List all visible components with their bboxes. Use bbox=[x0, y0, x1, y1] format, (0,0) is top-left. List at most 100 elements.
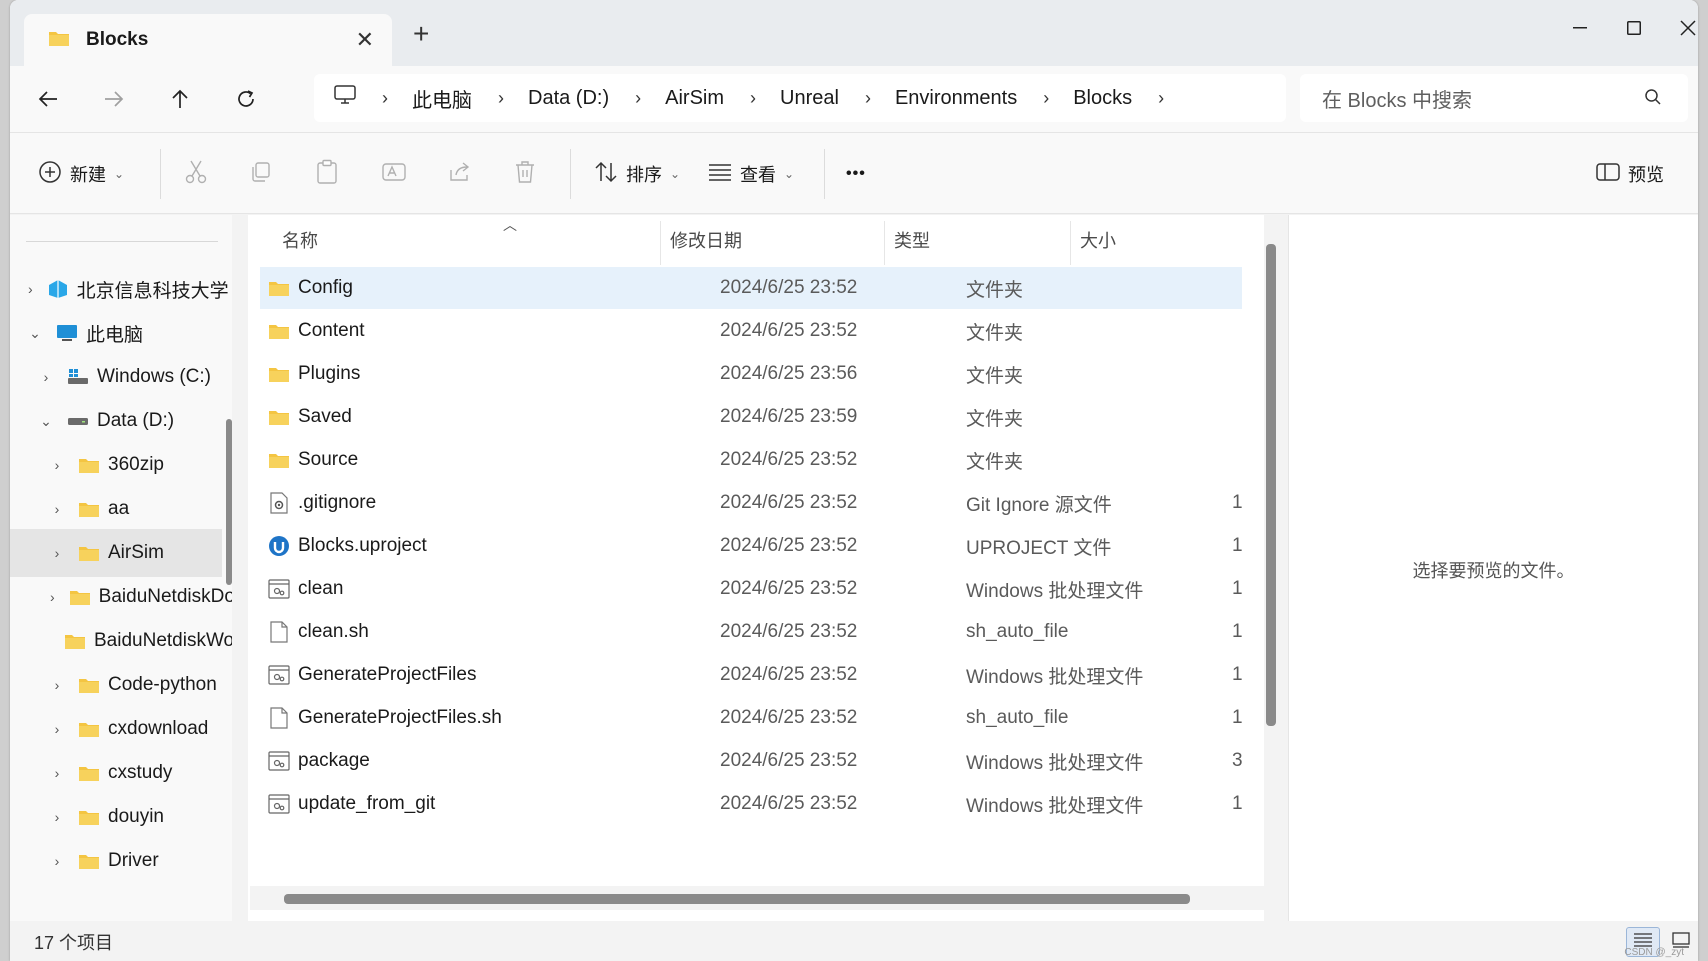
sidebar-scrollbar[interactable] bbox=[226, 419, 232, 585]
column-header-type[interactable]: 类型 bbox=[894, 215, 930, 265]
file-row-saved[interactable]: Saved 2024/6/25 23:59 文件夹 bbox=[260, 396, 1242, 438]
sidebar-item-windows-c[interactable]: › Windows (C:) bbox=[10, 353, 222, 401]
sidebar-item-label: aa bbox=[108, 498, 130, 519]
chevron-down-icon[interactable]: ⌄ bbox=[28, 325, 42, 342]
rename-button[interactable] bbox=[382, 155, 406, 193]
file-name: Blocks.uproject bbox=[298, 535, 427, 556]
file-list-vertical-scrollbar[interactable] bbox=[1266, 244, 1276, 726]
file-row-config[interactable]: Config 2024/6/25 23:52 文件夹 bbox=[260, 267, 1242, 309]
address-bar[interactable]: › 此电脑 › Data (D:) › AirSim › Unreal › En… bbox=[314, 74, 1286, 122]
file-row-source[interactable]: Source 2024/6/25 23:52 文件夹 bbox=[260, 439, 1242, 481]
folder-icon bbox=[78, 456, 100, 474]
search-icon[interactable] bbox=[1644, 88, 1662, 112]
breadcrumb-blocks[interactable]: Blocks bbox=[1073, 87, 1132, 110]
share-button[interactable] bbox=[448, 155, 472, 193]
maximize-button[interactable] bbox=[1604, 8, 1664, 48]
chevron-down-icon[interactable]: ⌄ bbox=[39, 413, 53, 430]
refresh-button[interactable] bbox=[224, 78, 268, 120]
close-tab-icon[interactable]: ✕ bbox=[356, 27, 374, 53]
up-button[interactable] bbox=[158, 78, 202, 120]
file-row-generateprojectfiles-sh[interactable]: GenerateProjectFiles.sh 2024/6/25 23:52 … bbox=[260, 697, 1243, 739]
breadcrumb-unreal[interactable]: Unreal bbox=[780, 87, 839, 110]
chevron-right-icon[interactable]: › bbox=[39, 369, 53, 385]
file-row-generateprojectfiles[interactable]: GenerateProjectFiles 2024/6/25 23:52 Win… bbox=[260, 654, 1243, 696]
file-date: 2024/6/25 23:52 bbox=[720, 277, 858, 298]
sidebar-item-douyin[interactable]: › douyin bbox=[10, 793, 222, 841]
breadcrumb-airsim[interactable]: AirSim bbox=[665, 87, 724, 110]
chevron-right-icon[interactable]: › bbox=[50, 457, 64, 473]
sidebar-item-baidunetdiskdownload[interactable]: › BaiduNetdiskDownload bbox=[10, 573, 232, 621]
new-tab-button[interactable]: + bbox=[413, 18, 429, 50]
forward-button[interactable] bbox=[92, 78, 136, 120]
sidebar-item-data-d[interactable]: ⌄ Data (D:) bbox=[10, 397, 222, 445]
breadcrumb-environments[interactable]: Environments bbox=[895, 87, 1017, 110]
back-button[interactable] bbox=[26, 78, 70, 120]
column-header-date[interactable]: 修改日期 bbox=[670, 215, 742, 265]
file-type: Windows 批处理文件 bbox=[966, 580, 1144, 602]
sidebar-item-label: 此电脑 bbox=[86, 324, 144, 346]
column-divider[interactable] bbox=[660, 221, 661, 265]
close-window-button[interactable] bbox=[1658, 8, 1698, 48]
file-name: package bbox=[298, 750, 370, 771]
sidebar-item-aa[interactable]: › aa bbox=[10, 485, 222, 533]
chevron-right-icon[interactable]: › bbox=[50, 589, 55, 605]
minimize-button[interactable] bbox=[1550, 8, 1610, 48]
more-options-button[interactable]: ••• bbox=[846, 155, 866, 193]
view-button[interactable]: 查看 ⌄ bbox=[708, 155, 794, 193]
cut-button[interactable] bbox=[184, 155, 208, 193]
sidebar-item-label: Driver bbox=[108, 850, 159, 871]
tab-blocks[interactable]: Blocks ✕ bbox=[24, 14, 392, 66]
chevron-down-icon: ⌄ bbox=[114, 167, 125, 181]
sidebar-item-cxdownload[interactable]: › cxdownload bbox=[10, 705, 222, 753]
sidebar-item-baidunetdiskworkspace[interactable]: BaiduNetdiskWorkspace bbox=[10, 617, 232, 665]
search-box[interactable]: 在 Blocks 中搜索 bbox=[1300, 74, 1688, 122]
sidebar-item-code-python[interactable]: › Code-python bbox=[10, 661, 222, 709]
file-size: 1 bbox=[1232, 578, 1243, 599]
sidebar-item-cxstudy[interactable]: › cxstudy bbox=[10, 749, 222, 797]
chevron-right-icon[interactable]: › bbox=[50, 501, 64, 517]
column-header-size[interactable]: 大小 bbox=[1080, 215, 1116, 265]
new-button[interactable]: 新建 ⌄ bbox=[38, 155, 124, 193]
breadcrumb-data-d[interactable]: Data (D:) bbox=[528, 87, 609, 110]
file-size: 1 bbox=[1232, 707, 1243, 728]
file-row-gitignore[interactable]: .gitignore 2024/6/25 23:52 Git Ignore 源文… bbox=[260, 482, 1243, 524]
file-row-update-from-git[interactable]: update_from_git 2024/6/25 23:52 Windows … bbox=[260, 783, 1243, 825]
chevron-down-icon: ⌄ bbox=[784, 167, 795, 181]
chevron-right-icon[interactable]: › bbox=[50, 765, 64, 781]
chevron-right-icon[interactable]: › bbox=[28, 281, 33, 297]
search-placeholder: 在 Blocks 中搜索 bbox=[1322, 89, 1473, 112]
file-row-blocks-uproject[interactable]: Blocks.uproject 2024/6/25 23:52 UPROJECT… bbox=[260, 525, 1243, 567]
sidebar-item-driver[interactable]: › Driver bbox=[10, 837, 222, 885]
file-row-content[interactable]: Content 2024/6/25 23:52 文件夹 bbox=[260, 310, 1242, 352]
preview-button[interactable]: 预览 bbox=[1596, 155, 1664, 193]
file-type: 文件夹 bbox=[966, 279, 1024, 301]
navigation-row: › 此电脑 › Data (D:) › AirSim › Unreal › En… bbox=[10, 66, 1698, 132]
sidebar-item-this-pc[interactable]: ⌄ 此电脑 bbox=[10, 309, 222, 357]
file-row-plugins[interactable]: Plugins 2024/6/25 23:56 文件夹 bbox=[260, 353, 1242, 395]
sidebar-item-360zip[interactable]: › 360zip bbox=[10, 441, 222, 489]
copy-button[interactable] bbox=[250, 155, 272, 193]
column-divider[interactable] bbox=[1070, 221, 1071, 265]
column-divider[interactable] bbox=[884, 221, 885, 265]
file-row-clean-sh[interactable]: clean.sh 2024/6/25 23:52 sh_auto_file 1 bbox=[260, 611, 1243, 653]
paste-button[interactable] bbox=[316, 155, 338, 193]
sidebar-item-airsim[interactable]: › AirSim bbox=[10, 529, 222, 577]
column-header-name[interactable]: 名称 bbox=[282, 215, 318, 265]
folder-icon bbox=[268, 365, 290, 383]
breadcrumb-separator: › bbox=[498, 87, 504, 108]
chevron-right-icon[interactable]: › bbox=[50, 677, 64, 693]
sidebar-item-onedrive[interactable]: › 北京信息科技大学 bbox=[10, 265, 229, 313]
file-list-horizontal-scrollbar[interactable] bbox=[284, 894, 1190, 904]
file-row-clean[interactable]: clean 2024/6/25 23:52 Windows 批处理文件 1 bbox=[260, 568, 1243, 610]
chevron-right-icon[interactable]: › bbox=[50, 853, 64, 869]
delete-button[interactable] bbox=[514, 155, 536, 193]
sort-button[interactable]: 排序 ⌄ bbox=[594, 155, 680, 193]
toolbar-divider bbox=[160, 149, 161, 199]
chevron-right-icon[interactable]: › bbox=[50, 809, 64, 825]
folder-icon bbox=[78, 808, 100, 826]
breadcrumb-expand-chevron[interactable]: › bbox=[1158, 88, 1164, 109]
file-row-package[interactable]: package 2024/6/25 23:52 Windows 批处理文件 3 bbox=[260, 740, 1243, 782]
breadcrumb-this-pc[interactable]: 此电脑 bbox=[412, 84, 472, 113]
chevron-right-icon[interactable]: › bbox=[50, 545, 64, 561]
chevron-right-icon[interactable]: › bbox=[50, 721, 64, 737]
